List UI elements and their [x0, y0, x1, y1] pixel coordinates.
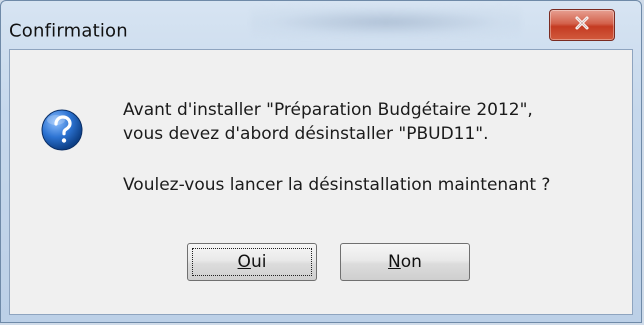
- title-bar[interactable]: Confirmation: [1, 1, 641, 45]
- window-title: Confirmation: [9, 20, 128, 42]
- yes-button-label: Oui: [238, 252, 267, 272]
- message-line-1: Avant d'installer "Préparation Budgétair…: [123, 100, 533, 120]
- yes-label-rest: ui: [250, 252, 267, 272]
- message-line-2: vous devez d'abord désinstaller "PBUD11"…: [123, 124, 489, 144]
- yes-button[interactable]: Oui: [187, 243, 317, 281]
- yes-mnemonic: O: [237, 252, 251, 272]
- no-mnemonic: N: [388, 252, 401, 272]
- no-button-label: Non: [388, 252, 422, 272]
- confirmation-dialog: Confirmation Avant d'installer "Préparat…: [0, 0, 642, 323]
- dialog-content: Avant d'installer "Préparation Budgétair…: [9, 49, 633, 315]
- close-icon: [573, 14, 591, 36]
- close-button[interactable]: [549, 9, 615, 41]
- no-button[interactable]: Non: [340, 243, 470, 281]
- question-icon: [40, 108, 84, 152]
- message-question: Voulez-vous lancer la désinstallation ma…: [123, 175, 551, 195]
- background-window-title-blur: [251, 7, 521, 37]
- no-label-rest: on: [400, 252, 422, 272]
